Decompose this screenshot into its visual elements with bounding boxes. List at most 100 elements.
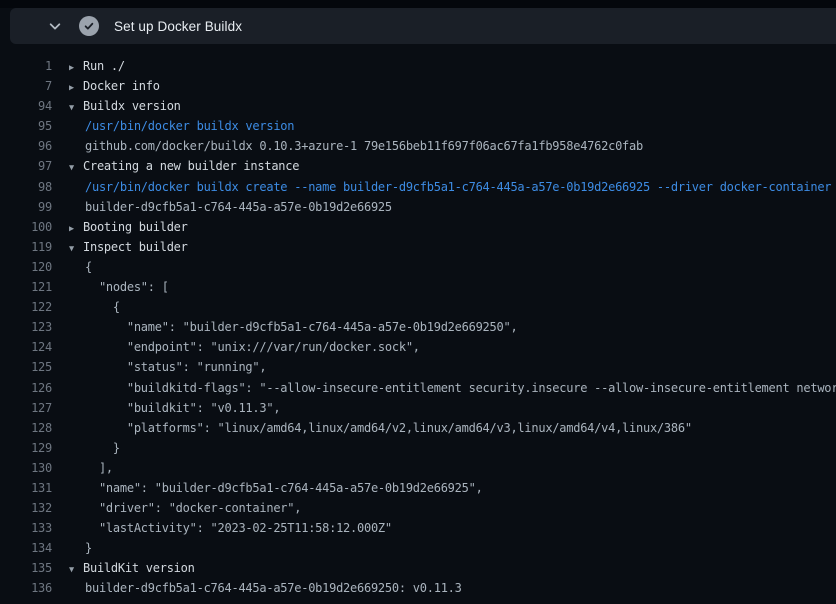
line-number[interactable]: 135 — [0, 558, 52, 578]
triangle-down-icon[interactable]: ▼ — [69, 560, 81, 578]
line-number[interactable]: 123 — [0, 317, 52, 337]
log-line: 95/usr/bin/docker buildx version — [0, 116, 836, 136]
log-output-text: ], — [85, 458, 113, 478]
check-circle-icon — [79, 16, 99, 36]
log-group-toggle[interactable]: ▶Docker info — [52, 79, 160, 93]
line-number[interactable]: 100 — [0, 217, 52, 237]
log-output-text: builder-d9cfb5a1-c764-445a-a57e-0b19d2e6… — [85, 578, 462, 598]
log-output-text: } — [85, 438, 120, 458]
line-number[interactable]: 122 — [0, 297, 52, 317]
log-line: 126 "buildkitd-flags": "--allow-insecure… — [0, 378, 836, 398]
log-line: 119▼Inspect builder — [0, 237, 836, 257]
log-output-text: github.com/docker/buildx 0.10.3+azure-1 … — [85, 136, 643, 156]
log-output-text: "buildkit": "v0.11.3", — [85, 398, 280, 418]
log-group-title[interactable]: BuildKit version — [83, 561, 195, 575]
log-line: 125 "status": "running", — [0, 357, 836, 377]
line-number[interactable]: 132 — [0, 498, 52, 518]
triangle-down-icon[interactable]: ▼ — [69, 98, 81, 116]
log-output-text: { — [85, 257, 92, 277]
log-group-title[interactable]: Creating a new builder instance — [83, 159, 299, 173]
log-group-title[interactable]: Inspect builder — [83, 240, 188, 254]
log-group-title[interactable]: Booting builder — [83, 220, 188, 234]
log-line: 7▶Docker info — [0, 76, 836, 96]
log-output-text: { — [85, 297, 120, 317]
log-line: 136 builder-d9cfb5a1-c764-445a-a57e-0b19d… — [0, 578, 836, 598]
log-line: 128 "platforms": "linux/amd64,linux/amd6… — [0, 418, 836, 438]
line-number[interactable]: 136 — [0, 578, 52, 598]
line-number[interactable]: 124 — [0, 337, 52, 357]
log-lines-container: 1▶Run ./7▶Docker info94▼Buildx version95… — [0, 56, 836, 599]
log-group-toggle[interactable]: ▼Creating a new builder instance — [52, 159, 299, 173]
log-group-toggle[interactable]: ▼BuildKit version — [52, 561, 195, 575]
page-background-strip — [0, 0, 836, 8]
line-number[interactable]: 121 — [0, 277, 52, 297]
log-group-title[interactable]: Run ./ — [83, 59, 125, 73]
line-number[interactable]: 130 — [0, 458, 52, 478]
log-group-toggle[interactable]: ▶Booting builder — [52, 220, 188, 234]
line-number[interactable]: 98 — [0, 177, 52, 197]
line-number[interactable]: 99 — [0, 197, 52, 217]
triangle-down-icon[interactable]: ▼ — [69, 239, 81, 257]
log-output-text: "name": "builder-d9cfb5a1-c764-445a-a57e… — [85, 317, 517, 337]
line-number[interactable]: 120 — [0, 257, 52, 277]
step-title: Set up Docker Buildx — [114, 19, 242, 34]
line-number[interactable]: 97 — [0, 156, 52, 176]
log-line: 94▼Buildx version — [0, 96, 836, 116]
log-line: 133 "lastActivity": "2023-02-25T11:58:12… — [0, 518, 836, 538]
chevron-down-icon[interactable] — [46, 17, 64, 35]
line-number[interactable]: 126 — [0, 378, 52, 398]
triangle-right-icon[interactable]: ▶ — [69, 219, 81, 237]
line-number[interactable]: 129 — [0, 438, 52, 458]
log-line: 121 "nodes": [ — [0, 277, 836, 297]
log-output-text: "buildkitd-flags": "--allow-insecure-ent… — [85, 378, 836, 398]
line-number[interactable]: 125 — [0, 357, 52, 377]
log-line: 127 "buildkit": "v0.11.3", — [0, 398, 836, 418]
line-number[interactable]: 94 — [0, 96, 52, 116]
log-line: 1▶Run ./ — [0, 56, 836, 76]
line-number[interactable]: 127 — [0, 398, 52, 418]
log-group-toggle[interactable]: ▼Buildx version — [52, 99, 181, 113]
triangle-right-icon[interactable]: ▶ — [69, 78, 81, 96]
log-line: 122 { — [0, 297, 836, 317]
line-number[interactable]: 131 — [0, 478, 52, 498]
line-number[interactable]: 133 — [0, 518, 52, 538]
log-output-text: "nodes": [ — [85, 277, 169, 297]
log-line: 120 { — [0, 257, 836, 277]
log-command-text: /usr/bin/docker buildx version — [85, 116, 294, 136]
actions-log-viewer: { "header": { "title": "Set up Docker Bu… — [0, 0, 836, 604]
log-line: 99 builder-d9cfb5a1-c764-445a-a57e-0b19d2… — [0, 197, 836, 217]
log-group-title[interactable]: Buildx version — [83, 99, 181, 113]
log-line: 135▼BuildKit version — [0, 558, 836, 578]
line-number[interactable]: 95 — [0, 116, 52, 136]
log-output-text: "platforms": "linux/amd64,linux/amd64/v2… — [85, 418, 692, 438]
line-number[interactable]: 128 — [0, 418, 52, 438]
line-number[interactable]: 134 — [0, 538, 52, 558]
line-number[interactable]: 7 — [0, 76, 52, 96]
log-group-title[interactable]: Docker info — [83, 79, 160, 93]
log-command-text: /usr/bin/docker buildx create --name bui… — [85, 177, 831, 197]
log-line: 129 } — [0, 438, 836, 458]
triangle-right-icon[interactable]: ▶ — [69, 58, 81, 76]
line-number[interactable]: 96 — [0, 136, 52, 156]
log-group-toggle[interactable]: ▶Run ./ — [52, 59, 125, 73]
line-number[interactable]: 1 — [0, 56, 52, 76]
log-output-text: "driver": "docker-container", — [85, 498, 301, 518]
log-line: 123 "name": "builder-d9cfb5a1-c764-445a-… — [0, 317, 836, 337]
log-output-text: "name": "builder-d9cfb5a1-c764-445a-a57e… — [85, 478, 483, 498]
log-output-text: builder-d9cfb5a1-c764-445a-a57e-0b19d2e6… — [85, 197, 392, 217]
log-output-text: "status": "running", — [85, 357, 266, 377]
log-line: 130 ], — [0, 458, 836, 478]
log-line: 132 "driver": "docker-container", — [0, 498, 836, 518]
log-output-text: } — [85, 538, 92, 558]
log-output-text: "endpoint": "unix:///var/run/docker.sock… — [85, 337, 420, 357]
triangle-down-icon[interactable]: ▼ — [69, 158, 81, 176]
log-line: 131 "name": "builder-d9cfb5a1-c764-445a-… — [0, 478, 836, 498]
log-line: 134} — [0, 538, 836, 558]
line-number[interactable]: 119 — [0, 237, 52, 257]
log-line: 98/usr/bin/docker buildx create --name b… — [0, 177, 836, 197]
log-output-text: "lastActivity": "2023-02-25T11:58:12.000… — [85, 518, 392, 538]
log-group-toggle[interactable]: ▼Inspect builder — [52, 240, 188, 254]
log-line: 96 github.com/docker/buildx 0.10.3+azure-… — [0, 136, 836, 156]
step-header[interactable]: Set up Docker Buildx — [10, 8, 836, 44]
log-line: 100▶Booting builder — [0, 217, 836, 237]
